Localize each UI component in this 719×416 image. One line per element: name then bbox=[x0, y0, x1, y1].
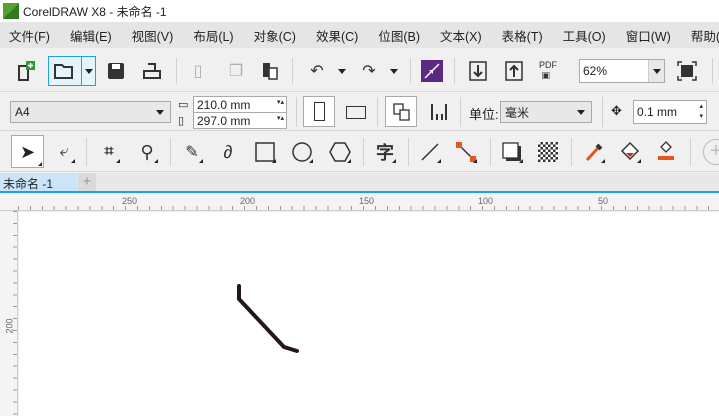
full-screen-icon[interactable] bbox=[675, 59, 699, 83]
eyedropper-icon[interactable] bbox=[582, 140, 606, 164]
undo-dropdown-icon[interactable] bbox=[338, 69, 346, 74]
menu-help[interactable]: 帮助(H) bbox=[691, 26, 719, 45]
pen-tool-icon[interactable]: ✎ bbox=[180, 140, 204, 164]
ruler-label: 100 bbox=[478, 196, 494, 206]
menu-effects[interactable]: 效果(C) bbox=[316, 26, 358, 45]
standard-toolbar: ▯ ❐ ↶ ↷ PDF ▣ 62% bbox=[0, 50, 719, 92]
document-tabs: 未命名 -1 + bbox=[0, 173, 719, 193]
chevron-down-icon bbox=[85, 69, 93, 74]
connector-tool-icon[interactable] bbox=[454, 140, 478, 164]
ruler-label: 250 bbox=[122, 196, 138, 206]
tab-label: 未命名 -1 bbox=[3, 177, 54, 191]
copy-icon[interactable]: ❐ bbox=[224, 59, 248, 83]
ruler-label: 50 bbox=[598, 196, 609, 206]
page-size-value: A4 bbox=[15, 105, 30, 119]
menu-layout[interactable]: 布局(L) bbox=[193, 26, 233, 45]
page-width-value: 210.0 mm bbox=[197, 97, 251, 112]
toolbox: ➤ ⤶ ⌗ ⚲ ✎ ∂ 字 + bbox=[0, 132, 719, 172]
undo-icon[interactable]: ↶ bbox=[305, 59, 329, 83]
ruler-label: 150 bbox=[359, 196, 375, 206]
units-select[interactable]: 毫米 bbox=[500, 101, 592, 123]
new-document-icon[interactable] bbox=[14, 59, 38, 83]
redo-dropdown-icon[interactable] bbox=[390, 69, 398, 74]
ellipse-tool-icon[interactable] bbox=[290, 140, 314, 164]
title-bar: CorelDRAW X8 - 未命名 -1 bbox=[0, 0, 719, 22]
nudge-distance-field[interactable]: 0.1 mm ▴ ▾ bbox=[633, 100, 707, 124]
tab-document[interactable]: 未命名 -1 bbox=[0, 173, 77, 191]
redo-icon[interactable]: ↷ bbox=[357, 59, 381, 83]
chevron-down-icon bbox=[156, 110, 164, 115]
polygon-tool-icon[interactable] bbox=[328, 140, 352, 164]
publish-pdf-button[interactable]: PDF ▣ bbox=[539, 60, 557, 80]
pick-tool[interactable]: ➤ bbox=[11, 135, 44, 168]
horizontal-ruler[interactable]: 250 200 150 100 50 bbox=[0, 195, 719, 211]
window-title: CorelDRAW X8 - 未命名 -1 bbox=[23, 4, 167, 19]
export-icon[interactable] bbox=[502, 59, 526, 83]
width-icon: ▭ bbox=[178, 99, 189, 111]
shape-tool-icon[interactable]: ⤶ bbox=[52, 140, 76, 164]
pdf-label: PDF bbox=[539, 60, 557, 70]
print-icon[interactable] bbox=[140, 59, 164, 83]
add-tool-icon[interactable]: + bbox=[703, 139, 719, 165]
menu-bar: 文件(F) 编辑(E) 视图(V) 布局(L) 对象(C) 效果(C) 位图(B… bbox=[0, 22, 719, 48]
open-button[interactable] bbox=[48, 56, 96, 86]
page-size-select[interactable]: A4 bbox=[10, 101, 171, 123]
drop-shadow-icon[interactable] bbox=[500, 140, 524, 164]
menu-file[interactable]: 文件(F) bbox=[9, 26, 50, 45]
units-value: 毫米 bbox=[505, 105, 530, 120]
page-height-field[interactable]: 297.0 mm ▾▴ bbox=[193, 112, 287, 129]
page-height-value: 297.0 mm bbox=[197, 113, 251, 128]
crop-tool-icon[interactable]: ⌗ bbox=[97, 140, 121, 164]
corel-connect-icon[interactable] bbox=[421, 60, 443, 82]
spin-icon[interactable]: ▾▴ bbox=[277, 98, 284, 106]
dimension-tool-icon[interactable] bbox=[418, 140, 442, 164]
menu-table[interactable]: 表格(T) bbox=[502, 26, 543, 45]
height-icon: ▯ bbox=[178, 115, 185, 127]
new-tab-icon[interactable]: + bbox=[78, 173, 96, 191]
pointer-icon: ➤ bbox=[20, 142, 36, 162]
artistic-media-icon[interactable]: ∂ bbox=[216, 140, 240, 164]
interactive-fill-icon[interactable] bbox=[618, 140, 642, 164]
all-pages-icon bbox=[393, 103, 410, 121]
current-page-icon[interactable] bbox=[427, 100, 451, 124]
rectangle-tool-icon[interactable] bbox=[253, 140, 277, 164]
spin-icon[interactable]: ▴ ▾ bbox=[699, 102, 703, 122]
import-icon[interactable] bbox=[466, 59, 490, 83]
menu-object[interactable]: 对象(C) bbox=[254, 26, 296, 45]
menu-tools[interactable]: 工具(O) bbox=[563, 26, 606, 45]
smart-fill-icon[interactable] bbox=[654, 140, 678, 164]
save-icon[interactable] bbox=[104, 59, 128, 83]
paste-icon[interactable] bbox=[258, 59, 282, 83]
chevron-down-icon bbox=[653, 69, 661, 74]
drawn-curve[interactable] bbox=[237, 284, 299, 353]
zoom-level-combo[interactable]: 62% bbox=[579, 59, 665, 83]
nudge-icon: ✥ bbox=[611, 103, 622, 118]
ruler-label: 200 bbox=[240, 196, 256, 206]
all-pages-button[interactable] bbox=[385, 96, 417, 127]
menu-edit[interactable]: 编辑(E) bbox=[70, 26, 112, 45]
property-bar: A4 ▭ 210.0 mm ▾▴ ▯ 297.0 mm ▾▴ 单位: 毫米 ✥ 0.… bbox=[0, 93, 719, 131]
menu-window[interactable]: 窗口(W) bbox=[626, 26, 671, 45]
zoom-tool-icon[interactable]: ⚲ bbox=[135, 140, 159, 164]
portrait-button[interactable] bbox=[303, 96, 335, 127]
zoom-value: 62% bbox=[583, 64, 608, 78]
cut-icon[interactable]: ▯ bbox=[186, 59, 210, 83]
chevron-down-icon bbox=[577, 110, 585, 115]
drawing-canvas[interactable] bbox=[19, 212, 719, 416]
page-width-field[interactable]: 210.0 mm ▾▴ bbox=[193, 96, 287, 113]
menu-text[interactable]: 文本(X) bbox=[440, 26, 482, 45]
portrait-icon bbox=[314, 102, 325, 121]
units-label: 单位: bbox=[469, 107, 499, 122]
menu-view[interactable]: 视图(V) bbox=[132, 26, 174, 45]
text-tool-icon[interactable]: 字 bbox=[373, 140, 397, 164]
vertical-ruler[interactable]: 200 bbox=[0, 211, 18, 416]
menu-bitmaps[interactable]: 位图(B) bbox=[378, 26, 420, 45]
open-folder-icon bbox=[54, 64, 73, 79]
spin-icon[interactable]: ▾▴ bbox=[277, 114, 284, 122]
nudge-value: 0.1 mm bbox=[637, 105, 678, 119]
landscape-icon[interactable] bbox=[346, 106, 366, 119]
coreldraw-logo-icon bbox=[3, 3, 19, 19]
transparency-icon[interactable] bbox=[536, 140, 560, 164]
